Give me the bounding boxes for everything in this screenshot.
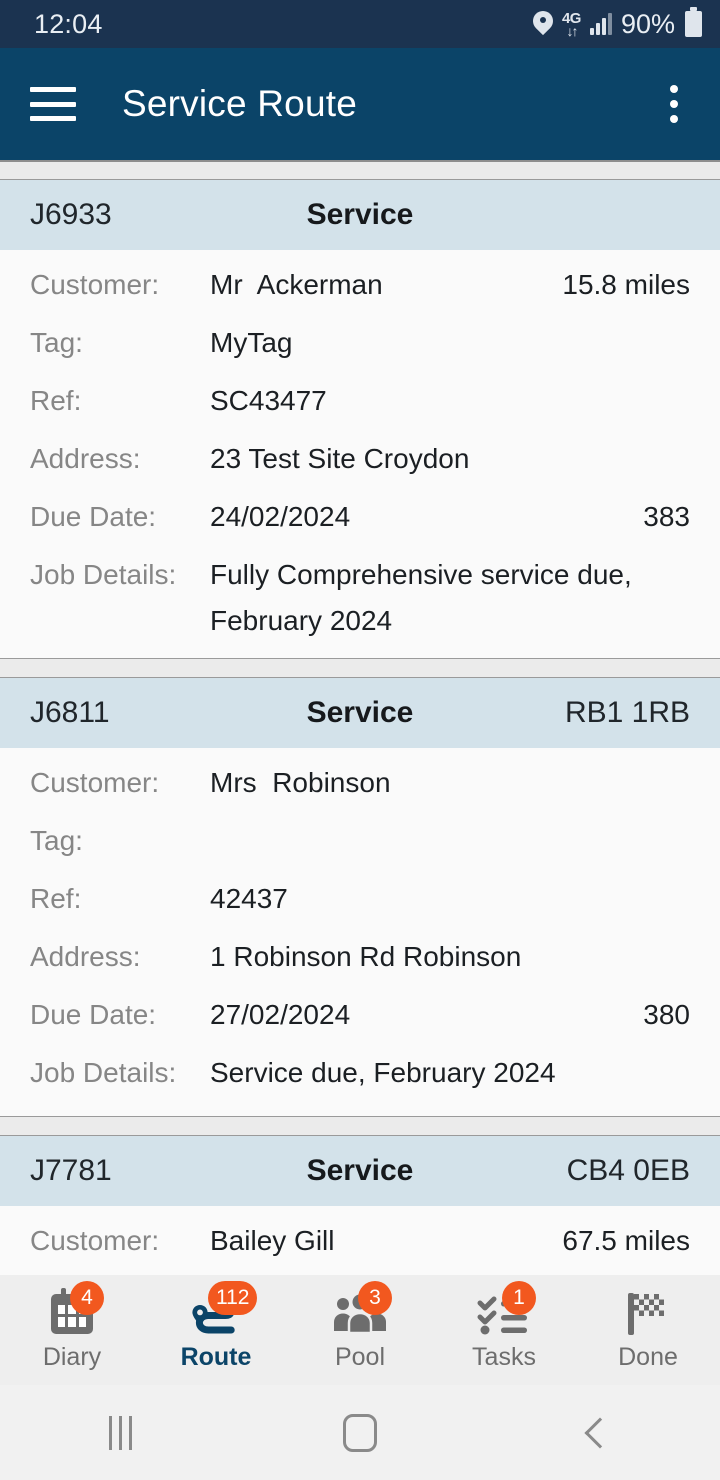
recents-icon[interactable] <box>0 1415 240 1450</box>
job-row-address: Address: 1 Robinson Rd Robinson <box>30 928 690 986</box>
checklist-icon: 1 <box>472 1280 536 1339</box>
nav-item-pool[interactable]: 3 Pool <box>288 1275 432 1385</box>
mobile-data-icon: 4G ↓↑ <box>562 11 582 39</box>
nav-label-diary: Diary <box>42 1342 102 1371</box>
value-customer: Mrs Robinson <box>210 767 391 798</box>
value-ref: 42437 <box>210 883 288 914</box>
value-address: 1 Robinson Rd Robinson <box>210 941 522 972</box>
job-postcode: RB1 1RB <box>564 696 690 729</box>
job-row-job-details: Job Details: Service due, February 2024 <box>30 1044 690 1102</box>
label-customer: Customer: <box>30 1225 160 1256</box>
back-icon[interactable] <box>480 1416 720 1449</box>
value-job-details: Service due, February 2024 <box>210 1057 556 1088</box>
job-card-body: Customer: Mrs Robinson Tag: Ref: 42437 A… <box>0 748 720 1116</box>
app-bar: Service Route <box>0 48 720 160</box>
nav-item-route[interactable]: 112 Route <box>144 1275 288 1385</box>
data-arrows-icon: ↓↑ <box>566 22 578 39</box>
value-address: 23 Test Site Croydon <box>210 443 470 474</box>
job-id: J7781 <box>30 1154 112 1187</box>
label-address: Address: <box>30 941 141 972</box>
job-row-customer: Customer: Bailey Gill 67.5 miles <box>30 1212 690 1270</box>
label-customer: Customer: <box>30 269 160 300</box>
system-navigation-bar <box>0 1385 720 1480</box>
list-divider <box>0 160 720 180</box>
nav-item-tasks[interactable]: 1 Tasks <box>432 1275 576 1385</box>
job-row-tag: Tag: MyTag <box>30 314 690 372</box>
job-card-header: J7781 Service CB4 0EB <box>0 1136 720 1206</box>
job-card-header: J6933 Service <box>0 180 720 250</box>
battery-icon <box>685 7 702 37</box>
label-address: Address: <box>30 443 141 474</box>
label-ref: Ref: <box>30 883 82 914</box>
nav-item-diary[interactable]: 4 Diary <box>0 1275 144 1385</box>
job-card[interactable]: J6811 Service RB1 1RB Customer: Mrs Robi… <box>0 678 720 1116</box>
label-due-date: Due Date: <box>30 501 157 532</box>
job-card-body: Customer: Mr Ackerman 15.8 miles Tag: My… <box>0 250 720 658</box>
value-due-number: 383 <box>643 501 690 532</box>
location-pin-icon <box>533 11 553 38</box>
job-row-customer: Customer: Mr Ackerman 15.8 miles <box>30 256 690 314</box>
route-badge: 112 <box>208 1280 258 1315</box>
value-job-details: Fully Comprehensive service due, Februar… <box>210 559 632 636</box>
job-card-header: J6811 Service RB1 1RB <box>0 678 720 748</box>
battery-percent-label: 90% <box>620 8 675 39</box>
value-distance: 67.5 miles <box>562 1225 690 1256</box>
home-icon[interactable] <box>240 1413 480 1452</box>
nav-label-pool: Pool <box>334 1342 386 1371</box>
label-customer: Customer: <box>30 767 160 798</box>
job-row-due-date: Due Date: 24/02/2024 383 <box>30 488 690 546</box>
job-id: J6933 <box>30 198 112 231</box>
job-row-job-details: Job Details: Fully Comprehensive service… <box>30 546 690 644</box>
job-row-tag: Tag: <box>30 812 690 870</box>
job-card[interactable]: J7781 Service CB4 0EB Customer: Bailey G… <box>0 1136 720 1275</box>
label-ref: Ref: <box>30 385 82 416</box>
route-pin-icon: 112 <box>184 1280 258 1339</box>
people-group-icon: 3 <box>328 1280 392 1339</box>
phone-screen: 12:04 4G ↓↑ 90% Service Route J6933 Serv… <box>0 0 720 1480</box>
label-job-details: Job Details: <box>30 559 177 590</box>
job-row-address: Address: 23 Test Site Croydon <box>30 430 690 488</box>
signal-bars-icon <box>589 13 612 35</box>
bottom-navigation: 4 Diary 112 Route 3 Pool 1 Tasks Done <box>0 1275 720 1385</box>
page-title: Service Route <box>122 83 357 124</box>
nav-label-done: Done <box>618 1342 678 1371</box>
label-due-date: Due Date: <box>30 999 157 1030</box>
status-bar-icons: 4G ↓↑ 90% <box>533 7 702 40</box>
label-tag: Tag: <box>30 825 83 856</box>
value-customer: Bailey Gill <box>210 1225 335 1256</box>
nav-label-route: Route <box>180 1342 252 1371</box>
pool-badge: 3 <box>358 1280 392 1315</box>
checkered-flag-icon <box>616 1289 680 1339</box>
calendar-icon: 4 <box>40 1280 104 1339</box>
value-distance: 15.8 miles <box>562 269 690 300</box>
job-list[interactable]: J6933 Service Customer: Mr Ackerman 15.8… <box>0 160 720 1275</box>
value-customer: Mr Ackerman <box>210 269 383 300</box>
label-job-details: Job Details: <box>30 1057 177 1088</box>
list-divider <box>0 658 720 678</box>
value-tag: MyTag <box>210 327 293 358</box>
list-divider <box>0 1116 720 1136</box>
value-due-date: 24/02/2024 <box>210 501 351 532</box>
checkered-flag-icon-glyph <box>628 1292 664 1335</box>
label-tag: Tag: <box>30 327 83 358</box>
value-due-number: 380 <box>643 999 690 1030</box>
job-card[interactable]: J6933 Service Customer: Mr Ackerman 15.8… <box>0 180 720 658</box>
value-ref: SC43477 <box>210 385 327 416</box>
overflow-menu-icon[interactable] <box>652 82 696 126</box>
diary-badge: 4 <box>70 1280 104 1315</box>
tasks-badge: 1 <box>502 1280 536 1315</box>
nav-item-done[interactable]: Done <box>576 1275 720 1385</box>
hamburger-menu-icon[interactable] <box>30 87 76 121</box>
value-due-date: 27/02/2024 <box>210 999 351 1030</box>
job-row-ref: Ref: SC43477 <box>30 372 690 430</box>
job-card-body: Customer: Bailey Gill 67.5 miles Tag: <box>0 1206 720 1275</box>
job-row-ref: Ref: 42437 <box>30 870 690 928</box>
status-bar-time: 12:04 <box>34 8 103 39</box>
job-row-due-date: Due Date: 27/02/2024 380 <box>30 986 690 1044</box>
nav-label-tasks: Tasks <box>472 1342 536 1371</box>
job-row-customer: Customer: Mrs Robinson <box>30 754 690 812</box>
status-bar: 12:04 4G ↓↑ 90% <box>0 0 720 48</box>
job-id: J6811 <box>30 696 110 729</box>
job-postcode: CB4 0EB <box>566 1154 690 1187</box>
